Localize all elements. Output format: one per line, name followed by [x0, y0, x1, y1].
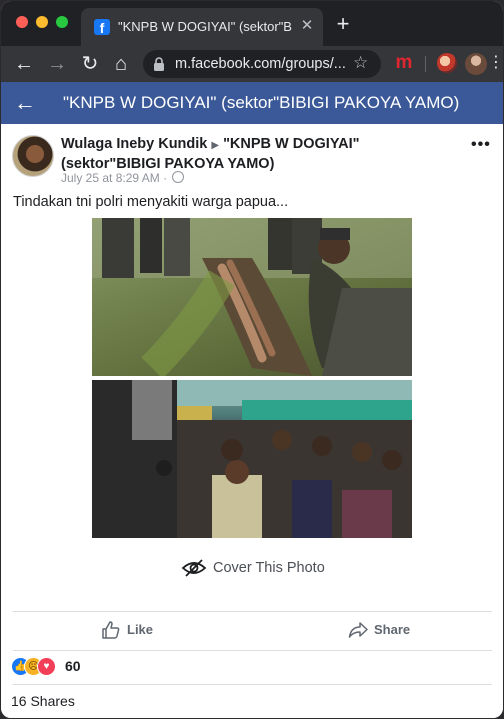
profile-avatar[interactable] — [465, 53, 487, 75]
tab-strip: f "KNPB W DOGIYAI" (sektor"BIBIGI PAKOYA… — [1, 1, 503, 46]
post-photo-1[interactable] — [92, 218, 412, 376]
divider — [13, 684, 492, 685]
author-name[interactable]: Wulaga Ineby Kundik — [61, 136, 207, 152]
extension-m-icon[interactable]: m — [394, 53, 414, 75]
close-icon[interactable]: ✕ — [298, 17, 316, 35]
browser-menu-icon[interactable]: ⋮ — [488, 51, 503, 75]
post-header: Wulaga Ineby Kundik ▶ "KNPB W DOGIYAI" (se… — [61, 135, 461, 173]
back-arrow-icon[interactable]: ← — [13, 91, 37, 115]
cover-photo-label: Cover This Photo — [213, 560, 325, 576]
close-window-button[interactable] — [16, 16, 28, 28]
reaction-count: 60 — [65, 658, 81, 674]
photo-1-scene — [92, 218, 412, 376]
eye-slash-icon — [181, 559, 207, 577]
photo-2-scene — [92, 380, 412, 538]
url-text: m.facebook.com/groups/... — [175, 56, 346, 72]
thumbs-up-icon — [102, 621, 120, 639]
triangle-right-icon: ▶ — [211, 140, 220, 151]
facebook-icon: f — [94, 19, 110, 35]
forward-icon[interactable]: → — [44, 51, 70, 77]
post-timestamp[interactable]: July 25 at 8:29 AM — [61, 171, 160, 185]
share-label: Share — [374, 622, 411, 637]
extension-icon[interactable] — [437, 53, 457, 73]
back-icon[interactable]: ← — [11, 51, 37, 77]
tab-active[interactable]: f "KNPB W DOGIYAI" (sektor"BIBIGI PAKOYA… — [81, 8, 323, 46]
address-bar[interactable]: m.facebook.com/groups/... ☆ — [143, 50, 381, 78]
post-meta: July 25 at 8:29 AM · — [61, 171, 185, 185]
bookmark-star-icon[interactable]: ☆ — [353, 53, 368, 73]
toolbar-separator — [425, 56, 426, 72]
zoom-window-button[interactable] — [56, 16, 68, 28]
author-avatar[interactable] — [12, 135, 54, 177]
home-icon[interactable]: ⌂ — [108, 51, 134, 77]
new-tab-button[interactable]: + — [331, 12, 355, 36]
minimize-window-button[interactable] — [36, 16, 48, 28]
divider — [13, 650, 492, 651]
post-text: Tindakan tni polri menyakiti warga papua… — [13, 194, 289, 210]
browser-toolbar: ← → ↻ ⌂ m.facebook.com/groups/... ☆ m ⋮ — [1, 46, 503, 82]
post-card: Wulaga Ineby Kundik ▶ "KNPB W DOGIYAI" (se… — [1, 124, 503, 718]
fb-header: ← "KNPB W DOGIYAI" (sektor"BIBIGI PAKOYA… — [1, 82, 503, 124]
love-reaction-icon: ♥ — [37, 657, 56, 676]
share-button[interactable]: Share — [348, 618, 418, 642]
meta-separator: · — [163, 171, 168, 185]
reload-icon[interactable]: ↻ — [77, 51, 103, 77]
divider — [13, 611, 492, 612]
post-options-icon[interactable]: ••• — [471, 136, 491, 154]
post-photo-2[interactable] — [92, 380, 412, 538]
tab-title: "KNPB W DOGIYAI" (sektor"BIBIGI PAKOYA Y… — [118, 19, 293, 34]
lock-icon — [154, 57, 164, 71]
shares-count[interactable]: 16 Shares — [11, 693, 75, 709]
browser-window: f "KNPB W DOGIYAI" (sektor"BIBIGI PAKOYA… — [1, 1, 503, 718]
globe-icon — [172, 171, 185, 183]
like-button[interactable]: Like — [101, 618, 161, 642]
group-title[interactable]: "KNPB W DOGIYAI" (sektor"BIBIGI PAKOYA Y… — [63, 93, 493, 115]
like-label: Like — [127, 622, 154, 637]
share-arrow-icon — [348, 622, 368, 638]
